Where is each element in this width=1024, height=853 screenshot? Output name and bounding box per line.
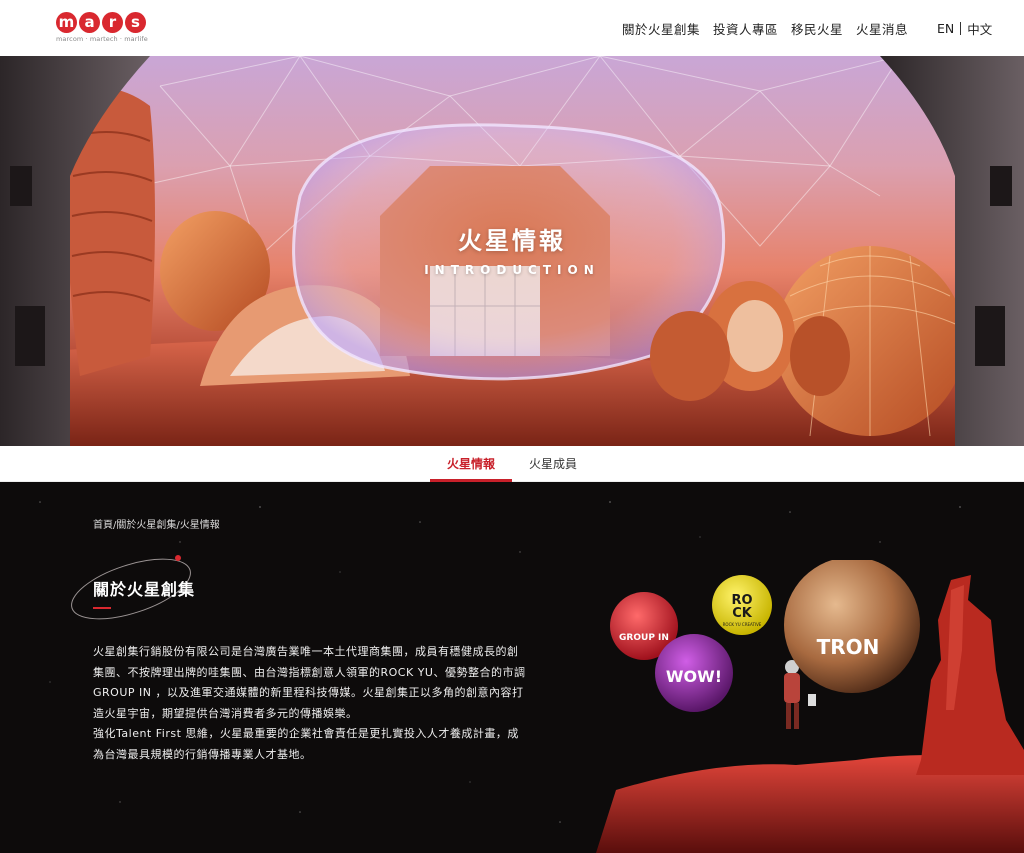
nav-item-about[interactable]: 關於火星創集 xyxy=(622,19,700,38)
about-section: 首頁/關於火星創集/火星情報 關於火星創集 火星創集行銷股份有限公司是台灣廣告業… xyxy=(0,482,1024,853)
hero-banner: 火星情報 INTRODUCTION xyxy=(0,56,1024,446)
tab-mars-members[interactable]: 火星成員 xyxy=(520,446,586,482)
section-tabs: 火星情報 火星成員 xyxy=(0,446,1024,482)
section-title: 關於火星創集 xyxy=(93,580,196,599)
paragraph-line: 強化Talent First 思維，火星最重要的企業社會責任是更扎實投入人才養成… xyxy=(93,727,519,740)
title-underline xyxy=(93,607,111,609)
nav-item-investors[interactable]: 投資人專區 xyxy=(713,19,778,38)
paragraph-line: 造火星宇宙，期望提供台灣消費者多元的傳播娛樂。 xyxy=(93,706,358,720)
nav-item-migrate[interactable]: 移民火星 xyxy=(791,19,843,38)
hero-title: 火星情報 xyxy=(458,227,566,255)
nav-item-news[interactable]: 火星消息 xyxy=(856,19,908,38)
logo-letter-s: s xyxy=(125,12,146,33)
tab-mars-intro[interactable]: 火星情報 xyxy=(430,446,512,482)
paragraph-line: 火星創集行銷股份有限公司是台灣廣告業唯一本土代理商集團，成員有穩健成長的創 xyxy=(93,645,519,658)
lang-en-link[interactable]: EN xyxy=(937,21,954,36)
logo-letter-a: a xyxy=(79,12,100,33)
paragraph-line: 集團、不按牌理出牌的哇集團、由台灣指標創意人領軍的ROCK YU、優勢整合的市調 xyxy=(93,665,526,679)
site-header: m a r s marcom · martech · marlife 關於火星創… xyxy=(0,0,1024,56)
hero-subtitle: INTRODUCTION xyxy=(424,263,600,277)
tron-planet-label: TRON xyxy=(817,635,880,659)
lang-divider xyxy=(960,22,962,35)
logo-letter-r: r xyxy=(102,12,123,33)
paragraph-line: GROUP IN ，以及進軍交通媒體的新里程科技傳媒。火星創集正以多角的創意內容… xyxy=(93,686,524,699)
main-nav: 關於火星創集 投資人專區 移民火星 火星消息 xyxy=(622,19,908,38)
language-switcher: EN 中文 xyxy=(937,19,992,38)
breadcrumb: 首頁/關於火星創集/火星情報 xyxy=(93,520,220,531)
mars-logo[interactable]: m a r s marcom · martech · marlife xyxy=(56,12,148,48)
logo-letter-m: m xyxy=(56,12,77,33)
lang-zh-link[interactable]: 中文 xyxy=(967,19,992,38)
planets-illustration: GROUP IN WOW! RO CK ROCK YU CREATIVE TRO… xyxy=(596,560,1024,853)
logo-letters: m a r s xyxy=(56,12,148,33)
group-in-planet-label: GROUP IN xyxy=(619,633,669,643)
logo-tagline: marcom · martech · marlife xyxy=(56,35,148,43)
rock-planet-label-bottom: CK xyxy=(732,606,753,621)
paragraph-line: 為台灣最具規模的行銷傳播專業人才基地。 xyxy=(93,747,312,761)
rock-planet-caption: ROCK YU CREATIVE xyxy=(723,622,762,627)
wow-planet-label: WOW! xyxy=(666,667,722,686)
about-paragraph: 火星創集行銷股份有限公司是台灣廣告業唯一本土代理商集團，成員有穩健成長的創 集團… xyxy=(93,642,563,765)
